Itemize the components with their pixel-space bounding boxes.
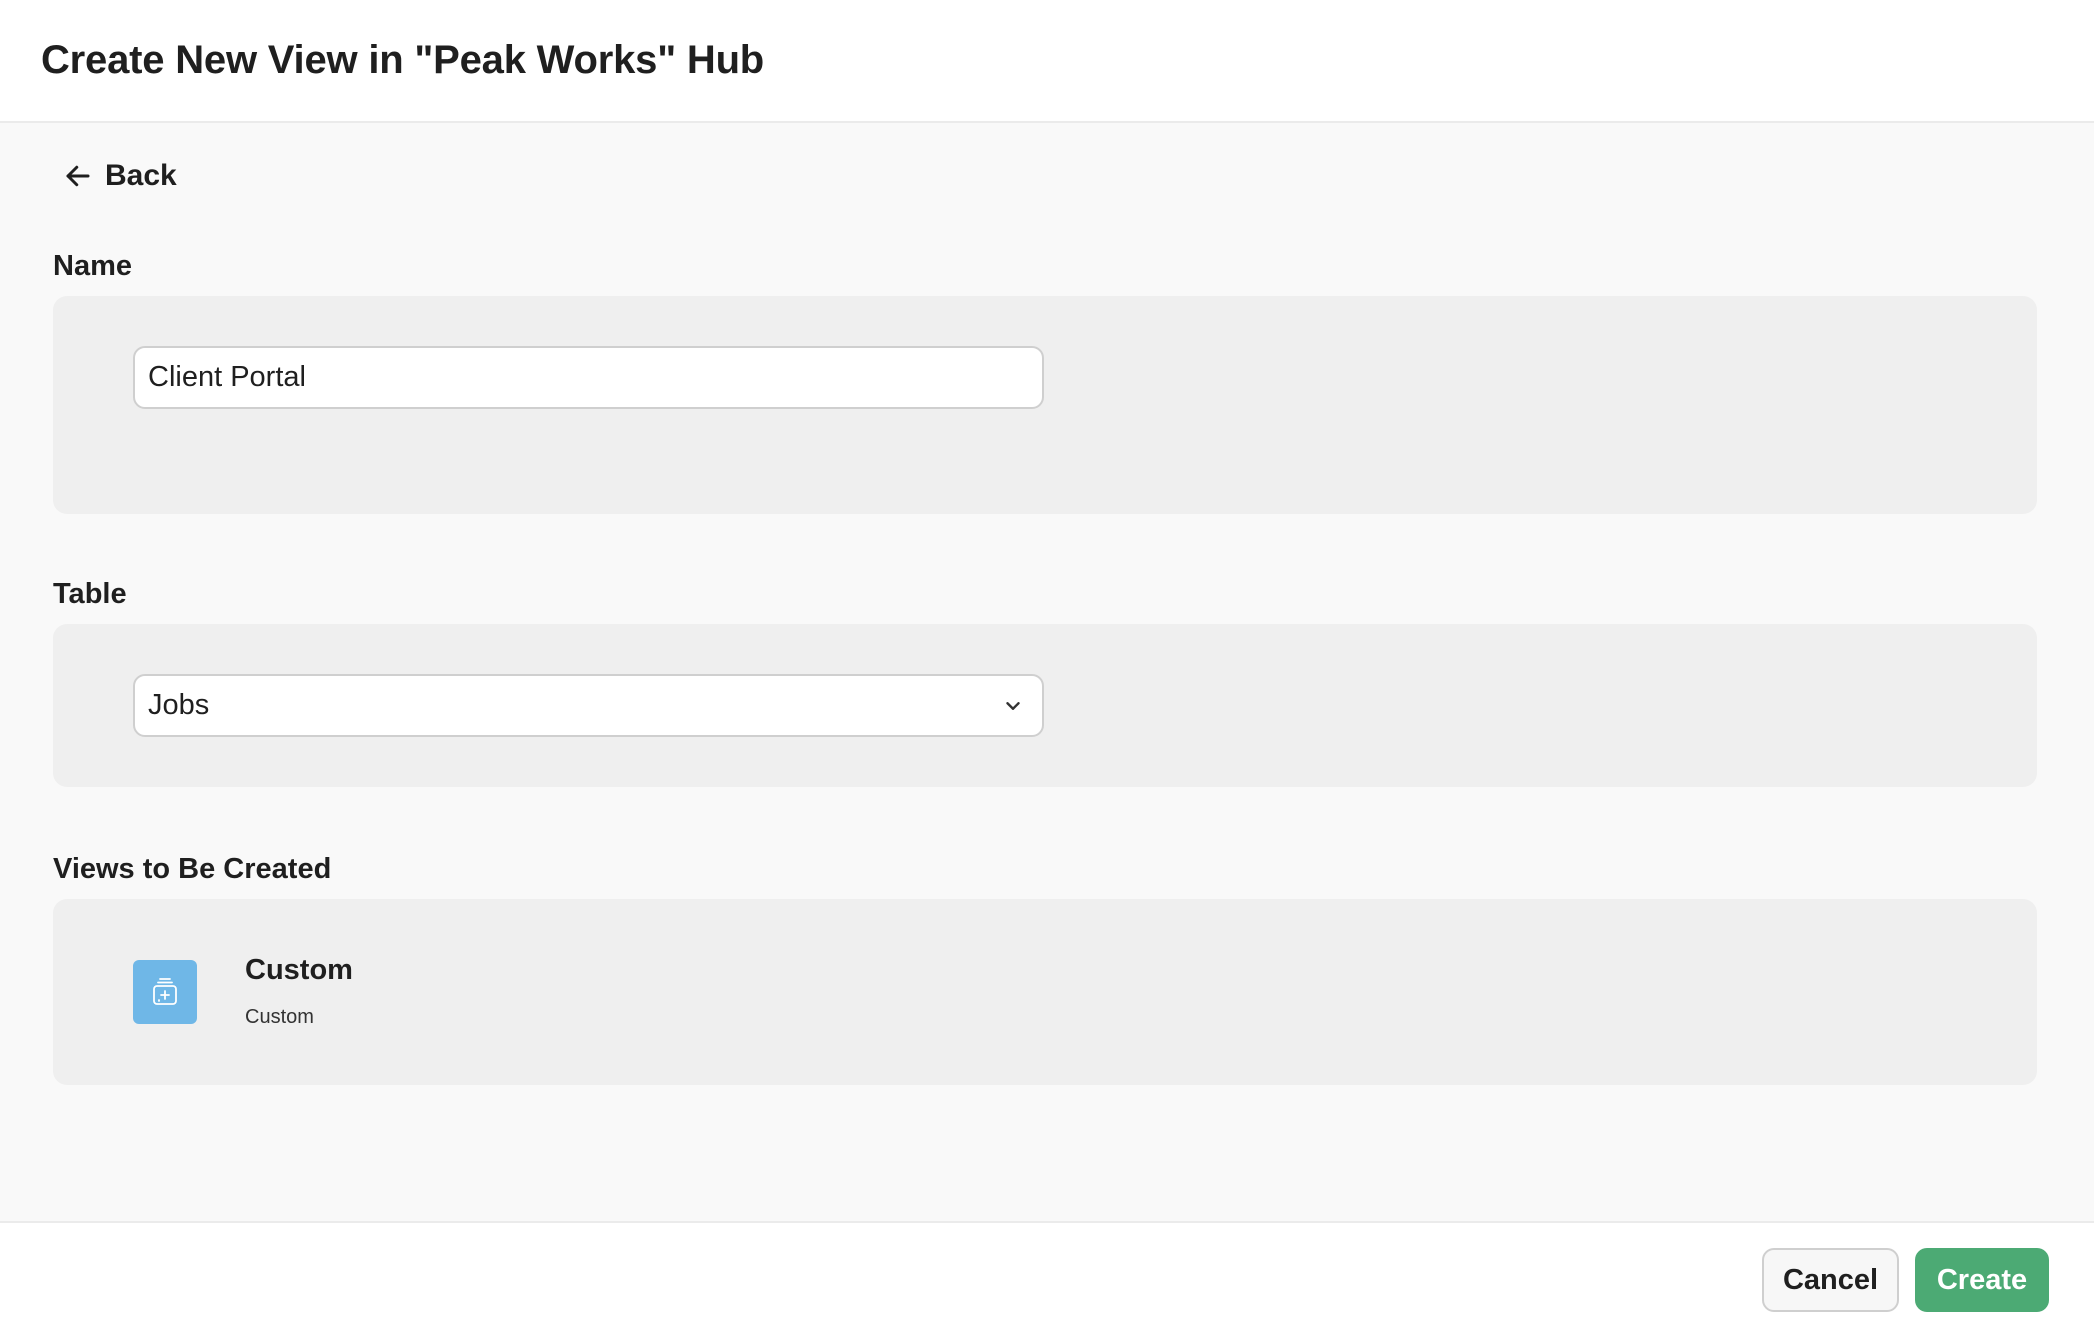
back-label: Back [105, 159, 177, 192]
dialog-title: Create New View in "Peak Works" Hub [41, 38, 765, 82]
table-panel: Jobs [53, 624, 2037, 787]
dialog-body: Back Name Table Jobs Views to Be Created [0, 123, 2094, 1221]
table-label: Table [53, 578, 127, 610]
arrow-left-icon [63, 161, 93, 191]
name-panel [53, 296, 2037, 514]
name-input[interactable] [133, 346, 1044, 409]
views-panel: Custom Custom [53, 899, 2037, 1085]
table-select-value: Jobs [148, 689, 210, 721]
back-button[interactable]: Back [63, 159, 177, 193]
dialog-footer: Cancel Create [0, 1221, 2094, 1326]
chevron-down-icon [1002, 695, 1024, 717]
name-label: Name [53, 250, 132, 282]
create-button[interactable]: Create [1915, 1248, 2049, 1312]
table-select[interactable]: Jobs [133, 674, 1044, 737]
cancel-button[interactable]: Cancel [1762, 1248, 1899, 1312]
dialog-header: Create New View in "Peak Works" Hub [0, 0, 2094, 123]
views-label: Views to Be Created [53, 853, 332, 885]
view-item-subtitle: Custom [245, 1006, 314, 1028]
custom-view-icon [133, 960, 197, 1024]
view-item-title: Custom [245, 954, 353, 986]
